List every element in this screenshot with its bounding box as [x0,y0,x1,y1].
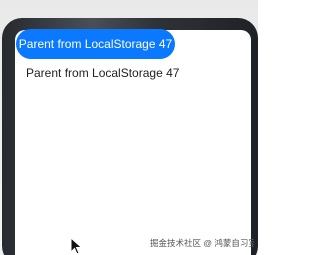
parent-localstorage-button[interactable]: Parent from LocalStorage 47 [16,29,175,59]
app-screen [15,30,251,255]
parent-localstorage-text: Parent from LocalStorage 47 [26,66,180,80]
mouse-pointer-icon [70,237,83,255]
watermark-text: 掘金技术社区 @ 鸿蒙自习室 [150,238,254,248]
